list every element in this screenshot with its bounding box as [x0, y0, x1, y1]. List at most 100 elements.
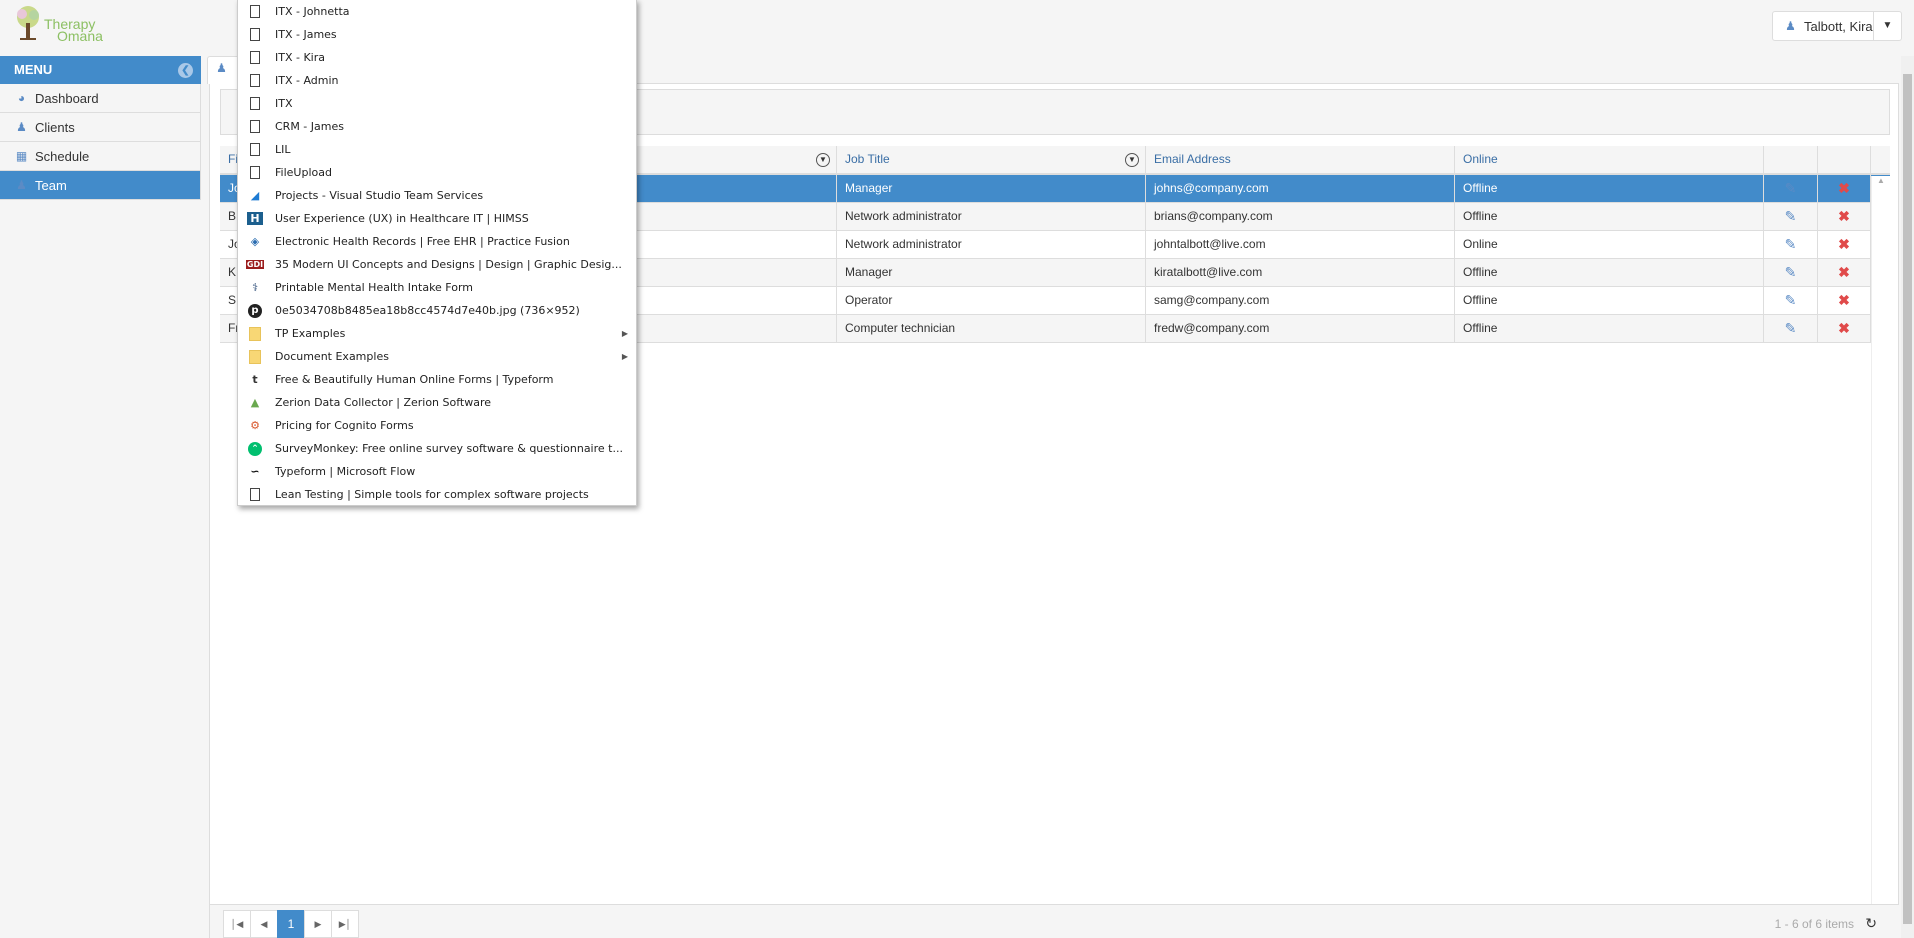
menu-item-label: Pricing for Cognito Forms	[275, 419, 414, 432]
typeform-icon: t	[252, 373, 258, 386]
cell-online: Offline	[1455, 287, 1764, 314]
logo[interactable]: Therapy Omana	[12, 5, 107, 45]
delete-icon[interactable]: ✖	[1838, 208, 1850, 224]
menu-item[interactable]: CRM - James	[238, 115, 636, 138]
menu-item[interactable]: ITX - Johnetta	[238, 0, 636, 23]
filter-icon[interactable]: ▼	[816, 153, 830, 167]
prev-page-button[interactable]: ◀	[250, 910, 278, 938]
delete-icon[interactable]: ✖	[1838, 264, 1850, 280]
page-scrollbar[interactable]	[1901, 56, 1914, 938]
edit-button[interactable]: ✎	[1764, 175, 1818, 202]
edit-icon[interactable]: ✎	[1785, 320, 1797, 336]
sidebar-item-team[interactable]: ♟ Team	[0, 171, 201, 200]
menu-folder[interactable]: Document Examples ▶	[238, 345, 636, 368]
delete-icon[interactable]: ✖	[1838, 236, 1850, 252]
menu-item[interactable]: ∽ Typeform | Microsoft Flow	[238, 460, 636, 483]
menu-item[interactable]: LIL	[238, 138, 636, 161]
menu-item-label: Projects - Visual Studio Team Services	[275, 189, 484, 202]
gdi-icon: GDI	[245, 260, 265, 269]
edit-button[interactable]: ✎	[1764, 315, 1818, 342]
menu-item-label: Printable Mental Health Intake Form	[275, 281, 474, 294]
edit-icon[interactable]: ✎	[1785, 208, 1797, 224]
cell-online: Offline	[1455, 175, 1764, 202]
menu-item[interactable]: ⚙ Pricing for Cognito Forms	[238, 414, 636, 437]
menu-item[interactable]: ITX - Admin	[238, 69, 636, 92]
menu-item[interactable]: ITX	[238, 92, 636, 115]
menu-item[interactable]: H User Experience (UX) in Healthcare IT |…	[238, 207, 636, 230]
delete-button[interactable]: ✖	[1818, 203, 1871, 230]
first-page-button[interactable]: │◀	[223, 910, 251, 938]
surveymonkey-icon: ⌃	[247, 441, 263, 457]
edit-icon[interactable]: ✎	[1785, 180, 1797, 196]
cell-email: johns@company.com	[1146, 175, 1455, 202]
menu-item[interactable]: GDI 35 Modern UI Concepts and Designs | D…	[238, 253, 636, 276]
menu-folder[interactable]: TP Examples ▶	[238, 322, 636, 345]
cognito-icon: ⚙	[250, 419, 260, 432]
column-header-email[interactable]: Email Address	[1146, 146, 1455, 173]
sidebar-item-clients[interactable]: ♟ Clients	[0, 113, 201, 142]
edit-icon[interactable]: ✎	[1785, 264, 1797, 280]
last-page-button[interactable]: ▶│	[331, 910, 359, 938]
calendar-icon: ▦	[15, 149, 28, 163]
menu-item[interactable]: t Free & Beautifully Human Online Forms |…	[238, 368, 636, 391]
cell-online: Offline	[1455, 259, 1764, 286]
edit-button[interactable]: ✎	[1764, 287, 1818, 314]
menu-item[interactable]: p 0e5034708b8485ea18b8cc4574d7e40b.jpg (7…	[238, 299, 636, 322]
edit-button[interactable]: ✎	[1764, 203, 1818, 230]
menu-item[interactable]: FileUpload	[238, 161, 636, 184]
scrollbar-thumb[interactable]	[1903, 74, 1912, 924]
caret-down-icon[interactable]: ▼	[1873, 12, 1901, 40]
edit-icon[interactable]: ✎	[1785, 292, 1797, 308]
menu-item-label: CRM - James	[275, 120, 344, 133]
cell-job-title: Network administrator	[837, 203, 1146, 230]
page-icon	[247, 487, 263, 503]
delete-icon[interactable]: ✖	[1838, 180, 1850, 196]
page-icon	[247, 50, 263, 66]
column-header-job-title[interactable]: Job Title ▼	[837, 146, 1146, 173]
delete-button[interactable]: ✖	[1818, 315, 1871, 342]
menu-item-label: LIL	[275, 143, 291, 156]
delete-button[interactable]: ✖	[1818, 175, 1871, 202]
filter-icon[interactable]: ▼	[1125, 153, 1139, 167]
cell-email: kiratalbott@live.com	[1146, 259, 1455, 286]
sidebar-item-label: Dashboard	[35, 90, 99, 106]
user-icon: ♟	[1785, 19, 1796, 33]
sidebar-item-schedule[interactable]: ▦ Schedule	[0, 142, 201, 171]
menu-item[interactable]: ◢ Projects - Visual Studio Team Services	[238, 184, 636, 207]
collapse-icon[interactable]: ❮	[178, 63, 193, 78]
menu-item[interactable]: Lean Testing | Simple tools for complex …	[238, 483, 636, 506]
menu-item[interactable]: ◈ Electronic Health Records | Free EHR | …	[238, 230, 636, 253]
page-button-current[interactable]: 1	[277, 910, 305, 938]
menu-item-label: 0e5034708b8485ea18b8cc4574d7e40b.jpg (73…	[275, 304, 580, 317]
menu-item-label: Typeform | Microsoft Flow	[275, 465, 416, 478]
menu-item[interactable]: ▲ Zerion Data Collector | Zerion Software	[238, 391, 636, 414]
page-icon	[247, 142, 263, 158]
delete-icon[interactable]: ✖	[1838, 320, 1850, 336]
delete-button[interactable]: ✖	[1818, 231, 1871, 258]
menu-item[interactable]: ⌃ SurveyMonkey: Free online survey softwa…	[238, 437, 636, 460]
delete-icon[interactable]: ✖	[1838, 292, 1850, 308]
flow-icon: ∽	[250, 465, 260, 478]
user-icon: ♟	[216, 61, 227, 75]
edit-icon[interactable]: ✎	[1785, 236, 1797, 252]
refresh-icon[interactable]: ↻	[1865, 915, 1877, 932]
menu-item-label: ITX - Admin	[275, 74, 339, 87]
menu-item[interactable]: ITX - Kira	[238, 46, 636, 69]
caduceus-icon: ⚕	[252, 281, 258, 294]
edit-button[interactable]: ✎	[1764, 259, 1818, 286]
delete-button[interactable]: ✖	[1818, 287, 1871, 314]
menu-item[interactable]: ⚕ Printable Mental Health Intake Form	[238, 276, 636, 299]
column-label: Online	[1463, 152, 1498, 166]
column-header-online[interactable]: Online	[1455, 146, 1764, 173]
delete-button[interactable]: ✖	[1818, 259, 1871, 286]
submenu-arrow-icon: ▶	[621, 329, 628, 338]
vsts-icon: ◢	[250, 189, 260, 202]
edit-button[interactable]: ✎	[1764, 231, 1818, 258]
sidebar-item-label: Clients	[35, 119, 75, 135]
grid-scrollbar[interactable]: ▲	[1871, 176, 1890, 904]
user-menu[interactable]: ♟ Talbott, Kira ▼	[1772, 11, 1902, 41]
next-page-button[interactable]: ▶	[304, 910, 332, 938]
menu-item[interactable]: ITX - James	[238, 23, 636, 46]
menu-item-label: Lean Testing | Simple tools for complex …	[275, 488, 589, 501]
sidebar-item-dashboard[interactable]: ◕ Dashboard	[0, 84, 201, 113]
